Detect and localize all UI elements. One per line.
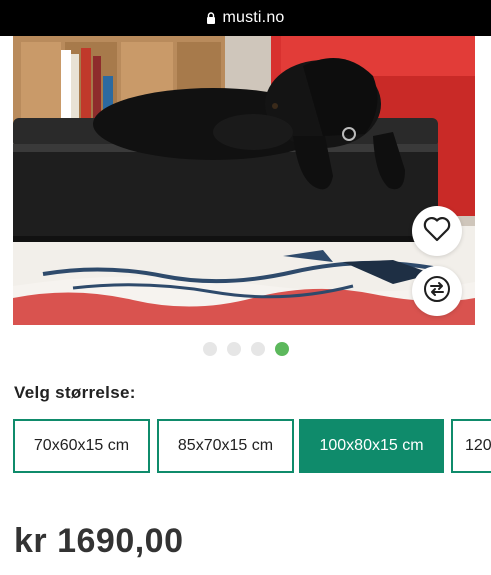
heart-icon — [423, 216, 451, 247]
gallery-dot[interactable] — [226, 342, 241, 356]
gallery-dot-active[interactable] — [274, 342, 289, 356]
favorite-button[interactable] — [412, 206, 462, 256]
gallery-dot[interactable] — [202, 342, 217, 356]
product-image[interactable] — [13, 36, 475, 325]
size-option-selected[interactable]: 100x80x15 cm — [299, 419, 444, 473]
compare-arrows-icon — [423, 275, 451, 308]
browser-address-bar[interactable]: musti.no — [0, 0, 491, 36]
browser-url: musti.no — [222, 9, 285, 26]
size-options: 70x60x15 cm 85x70x15 cm 100x80x15 cm 120 — [13, 419, 491, 473]
compare-button[interactable] — [412, 266, 462, 316]
product-price: kr 1690,00 — [14, 522, 184, 560]
lock-icon — [206, 12, 216, 24]
gallery-pagination — [0, 342, 491, 356]
size-selector-label: Velg størrelse: — [14, 383, 136, 402]
gallery-dot[interactable] — [250, 342, 265, 356]
size-option[interactable]: 85x70x15 cm — [157, 419, 294, 473]
size-option[interactable]: 70x60x15 cm — [13, 419, 150, 473]
size-option[interactable]: 120 — [451, 419, 491, 473]
